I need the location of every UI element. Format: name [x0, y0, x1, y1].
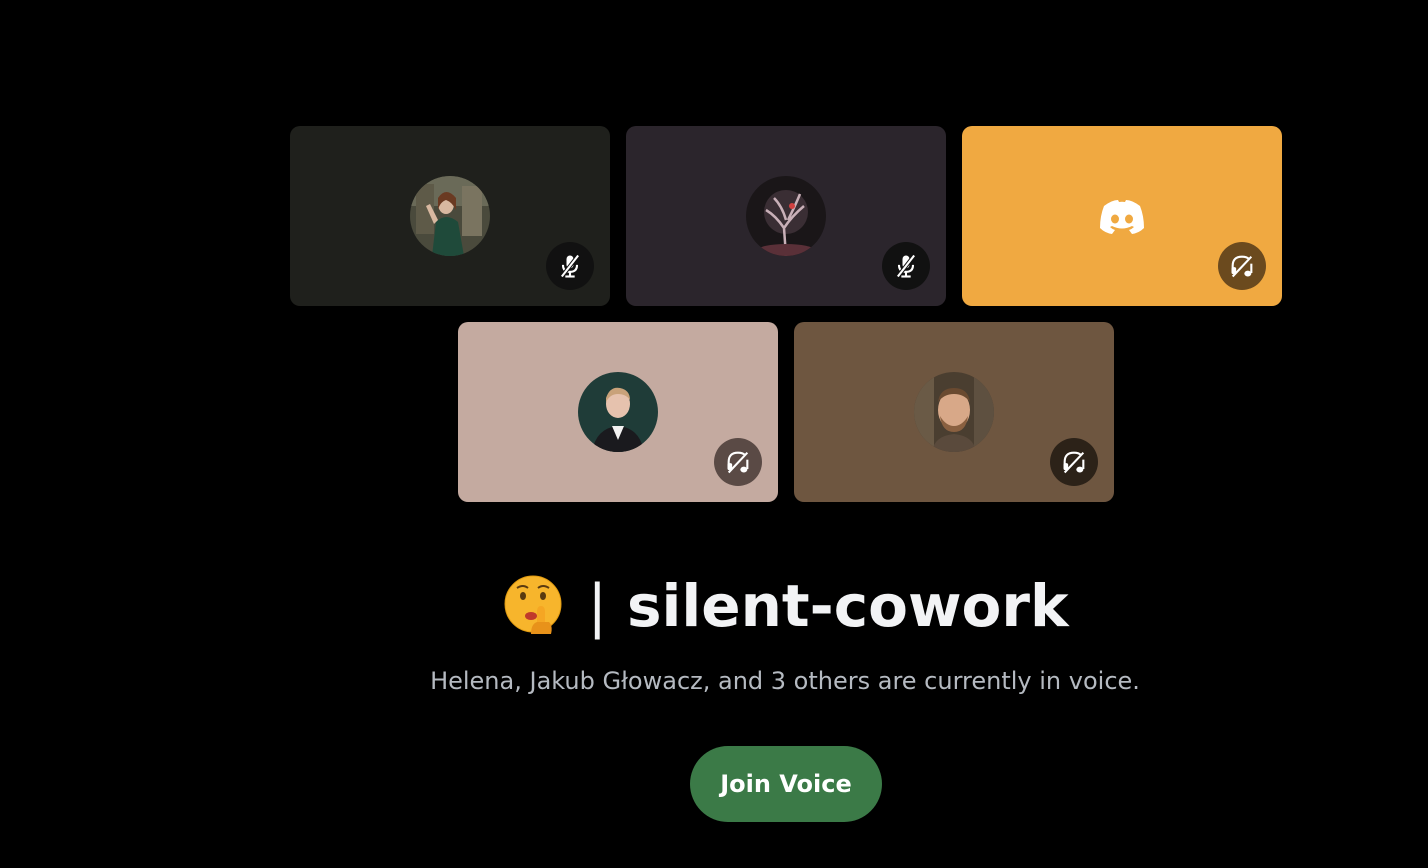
shushing-face-emoji-icon — [501, 572, 565, 636]
voice-tile-2[interactable] — [626, 126, 946, 306]
mic-muted-icon — [546, 242, 594, 290]
channel-name: silent-cowork — [627, 572, 1069, 640]
user-avatar-woman — [410, 176, 490, 256]
channel-separator: | — [587, 572, 607, 640]
mic-muted-icon — [882, 242, 930, 290]
user-avatar-dark-tree — [746, 176, 826, 256]
voice-tile-1[interactable] — [290, 126, 610, 306]
voice-tile-4[interactable] — [458, 322, 778, 502]
user-avatar-bearded-man — [914, 372, 994, 452]
discord-logo-icon — [1082, 176, 1162, 256]
user-avatar-man-suit — [578, 372, 658, 452]
join-voice-button[interactable]: Join Voice — [690, 746, 882, 822]
channel-title: | silent-cowork — [0, 566, 1428, 646]
voice-tile-3[interactable] — [962, 126, 1282, 306]
headphones-deafened-icon — [714, 438, 762, 486]
voice-tile-5[interactable] — [794, 322, 1114, 502]
voice-participants-text: Helena, Jakub Głowacz, and 3 others are … — [430, 667, 1140, 695]
headphones-deafened-icon — [1218, 242, 1266, 290]
headphones-deafened-icon — [1050, 438, 1098, 486]
